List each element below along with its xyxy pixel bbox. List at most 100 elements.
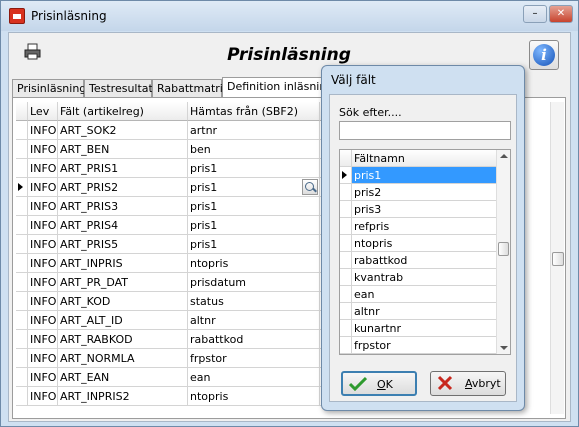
lev-cell[interactable]: INFO xyxy=(28,273,58,292)
lev-cell[interactable]: INFO xyxy=(28,368,58,387)
minimize-button[interactable]: – xyxy=(523,5,547,23)
row-indicator[interactable] xyxy=(16,254,28,273)
list-item[interactable]: pris3 xyxy=(340,201,496,218)
field-cell[interactable]: ART_SOK2 xyxy=(58,121,188,140)
source-cell[interactable]: ben xyxy=(188,140,320,159)
list-item[interactable]: altnr xyxy=(340,303,496,320)
field-cell[interactable]: ART_INPRIS2 xyxy=(58,387,188,406)
source-cell[interactable]: status xyxy=(188,292,320,311)
field-list-scrollbar[interactable] xyxy=(496,150,510,354)
table-row[interactable]: INFO ART_PRIS2 pris1 xyxy=(16,178,366,197)
table-row[interactable]: INFO ART_PRIS4 pris1 xyxy=(16,216,366,235)
source-cell[interactable]: ntopris xyxy=(188,387,320,406)
table-row[interactable]: INFO ART_RABKOD rabattkod xyxy=(16,330,366,349)
search-input[interactable] xyxy=(339,121,511,140)
table-row[interactable]: INFO ART_PR_DAT prisdatum xyxy=(16,273,366,292)
list-item[interactable]: kvantrab xyxy=(340,269,496,286)
row-indicator[interactable] xyxy=(16,273,28,292)
table-row[interactable]: INFO ART_PRIS5 pris1 xyxy=(16,235,366,254)
field-cell[interactable]: ART_INPRIS xyxy=(58,254,188,273)
table-row[interactable]: INFO ART_INPRIS ntopris xyxy=(16,254,366,273)
title-bar[interactable]: Prisinläsning – ✕ xyxy=(1,1,578,31)
row-indicator[interactable] xyxy=(16,368,28,387)
field-cell[interactable]: ART_RABKOD xyxy=(58,330,188,349)
row-indicator[interactable] xyxy=(16,387,28,406)
source-cell[interactable]: ean xyxy=(188,368,320,387)
field-list-scroll-thumb[interactable] xyxy=(498,242,509,256)
row-indicator[interactable] xyxy=(16,178,28,197)
list-item[interactable]: rabattkod xyxy=(340,252,496,269)
row-indicator[interactable] xyxy=(16,140,28,159)
table-row[interactable]: INFO ART_PRIS1 pris1 xyxy=(16,159,366,178)
scroll-down-arrow-icon[interactable] xyxy=(500,346,508,350)
lev-cell[interactable]: INFO xyxy=(28,216,58,235)
list-item[interactable]: pris1 xyxy=(340,167,496,184)
field-cell[interactable]: ART_BEN xyxy=(58,140,188,159)
table-row[interactable]: INFO ART_BEN ben xyxy=(16,140,366,159)
lev-cell[interactable]: INFO xyxy=(28,349,58,368)
source-cell[interactable]: altnr xyxy=(188,311,320,330)
tab-testresultat[interactable]: Testresultat xyxy=(84,79,153,97)
lev-cell[interactable]: INFO xyxy=(28,140,58,159)
lookup-magnifier-icon[interactable] xyxy=(302,179,318,195)
field-cell[interactable]: ART_ALT_ID xyxy=(58,311,188,330)
source-cell[interactable]: prisdatum xyxy=(188,273,320,292)
source-cell[interactable]: pris1 xyxy=(188,197,320,216)
scroll-up-arrow-icon[interactable] xyxy=(500,154,508,158)
field-cell[interactable]: ART_PRIS4 xyxy=(58,216,188,235)
source-cell[interactable]: pris1 xyxy=(188,216,320,235)
close-button[interactable]: ✕ xyxy=(549,5,573,23)
grid-header-falt[interactable]: Fält (artikelreg) xyxy=(58,102,188,121)
row-indicator[interactable] xyxy=(16,349,28,368)
row-indicator[interactable] xyxy=(16,121,28,140)
source-cell[interactable]: pris1 xyxy=(188,235,320,254)
grid-header-hamtas[interactable]: Hämtas från (SBF2) xyxy=(188,102,320,121)
field-cell[interactable]: ART_KOD xyxy=(58,292,188,311)
ok-button[interactable]: OK xyxy=(341,371,417,396)
lev-cell[interactable]: INFO xyxy=(28,330,58,349)
field-list-header-label[interactable]: Fältnamn xyxy=(352,150,496,167)
lev-cell[interactable]: INFO xyxy=(28,311,58,330)
table-row[interactable]: INFO ART_NORMLA frpstor xyxy=(16,349,366,368)
grid-vertical-scrollbar[interactable] xyxy=(550,102,564,414)
lev-cell[interactable]: INFO xyxy=(28,387,58,406)
list-item[interactable]: pris2 xyxy=(340,184,496,201)
field-cell[interactable]: ART_PR_DAT xyxy=(58,273,188,292)
grid-header-lev[interactable]: Lev xyxy=(28,102,58,121)
field-cell[interactable]: ART_PRIS2 xyxy=(58,178,188,197)
lev-cell[interactable]: INFO xyxy=(28,121,58,140)
source-cell[interactable]: frpstor xyxy=(188,349,320,368)
source-cell[interactable]: pris1 xyxy=(188,159,320,178)
table-row[interactable]: INFO ART_PRIS3 pris1 xyxy=(16,197,366,216)
row-indicator[interactable] xyxy=(16,235,28,254)
cancel-button[interactable]: Avbryt xyxy=(430,371,506,396)
lev-cell[interactable]: INFO xyxy=(28,159,58,178)
info-button[interactable]: i xyxy=(529,40,559,70)
source-cell[interactable]: ntopris xyxy=(188,254,320,273)
table-row[interactable]: INFO ART_SOK2 artnr xyxy=(16,121,366,140)
row-indicator[interactable] xyxy=(16,159,28,178)
source-cell[interactable]: rabattkod xyxy=(188,330,320,349)
field-cell[interactable]: ART_PRIS1 xyxy=(58,159,188,178)
grid-scroll-thumb[interactable] xyxy=(552,252,564,266)
list-item[interactable]: kunartnr xyxy=(340,320,496,337)
row-indicator[interactable] xyxy=(16,292,28,311)
source-cell[interactable]: artnr xyxy=(188,121,320,140)
field-cell[interactable]: ART_PRIS3 xyxy=(58,197,188,216)
tab-prisinlasning[interactable]: Prisinläsning xyxy=(12,79,86,97)
row-indicator[interactable] xyxy=(16,216,28,235)
table-row[interactable]: INFO ART_KOD status xyxy=(16,292,366,311)
lev-cell[interactable]: INFO xyxy=(28,292,58,311)
field-cell[interactable]: ART_EAN xyxy=(58,368,188,387)
field-cell[interactable]: ART_NORMLA xyxy=(58,349,188,368)
row-indicator[interactable] xyxy=(16,311,28,330)
field-cell[interactable]: ART_PRIS5 xyxy=(58,235,188,254)
field-list[interactable]: Fältnamn pris1 pris2 pris3 refpris ntopris ra… xyxy=(339,149,511,355)
source-cell[interactable]: pris1 xyxy=(188,178,320,197)
lev-cell[interactable]: INFO xyxy=(28,254,58,273)
table-row[interactable]: INFO ART_INPRIS2 ntopris xyxy=(16,387,366,406)
table-row[interactable]: INFO ART_ALT_ID altnr xyxy=(16,311,366,330)
table-row[interactable]: INFO ART_EAN ean xyxy=(16,368,366,387)
lev-cell[interactable]: INFO xyxy=(28,235,58,254)
lev-cell[interactable]: INFO xyxy=(28,197,58,216)
